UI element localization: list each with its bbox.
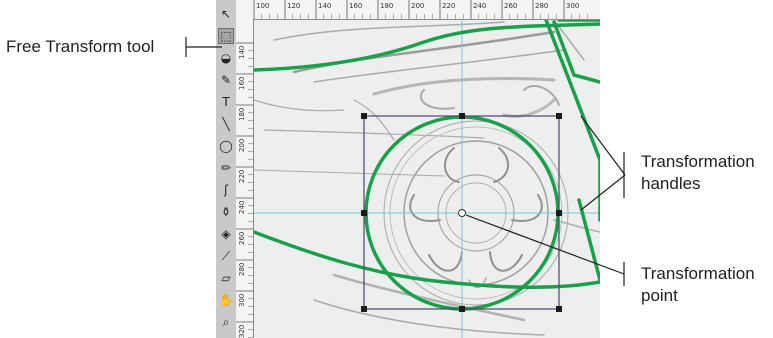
leader-handle-top [580, 115, 626, 176]
figure: Free Transform tool Transformation handl… [0, 0, 773, 338]
callout-leader-lines [185, 37, 626, 286]
leader-handle-middle [580, 174, 626, 211]
leader-point [465, 214, 625, 275]
